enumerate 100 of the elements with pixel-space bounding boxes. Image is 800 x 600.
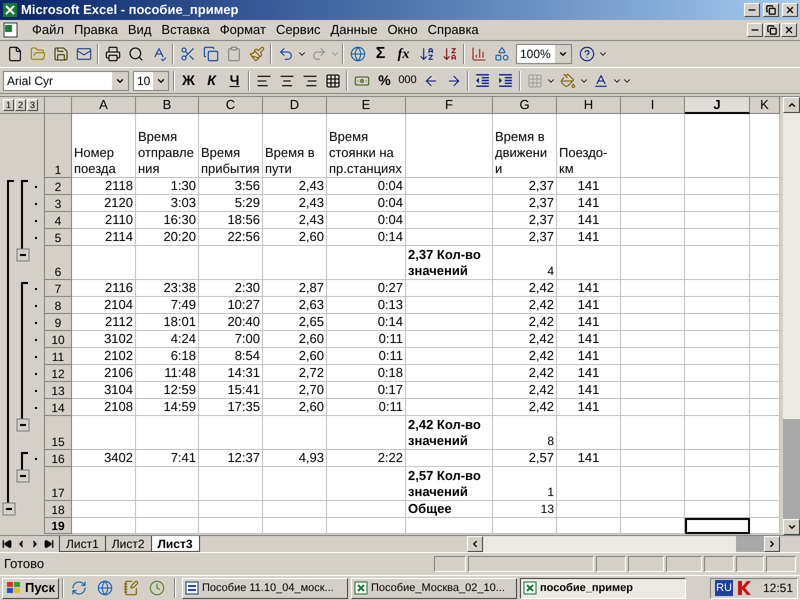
font-color-icon <box>592 72 608 88</box>
column-heading: Номер поезда <box>72 114 136 178</box>
collapse-button[interactable] <box>2 502 16 516</box>
row-header[interactable]: 14 <box>45 399 72 416</box>
row-header[interactable]: 18 <box>45 501 72 518</box>
collapse-button[interactable] <box>16 470 30 482</box>
row-header[interactable]: 19 <box>45 518 72 534</box>
drawing-icon <box>494 46 510 62</box>
table-cell: 0:04 <box>327 195 406 212</box>
bold-button[interactable]: Ж <box>177 70 200 92</box>
row-header[interactable]: 6 <box>45 246 72 280</box>
select-all-corner[interactable] <box>45 97 72 114</box>
cut-icon <box>180 46 196 62</box>
row-header[interactable]: 4 <box>45 212 72 229</box>
menu-item[interactable]: Сервис <box>270 20 326 40</box>
chart-icon <box>470 46 486 62</box>
menu-item[interactable]: Данные <box>325 20 382 40</box>
sheet-tab[interactable]: Лист1 <box>59 536 106 552</box>
table-cell: 8:54 <box>199 348 263 365</box>
function-button[interactable]: fx <box>392 43 415 65</box>
close-workbook-button[interactable] <box>781 23 797 37</box>
menu-item[interactable]: Вставка <box>156 20 215 40</box>
table-cell: 3:03 <box>136 195 199 212</box>
menu-item[interactable]: Вид <box>122 20 156 40</box>
zoom-field[interactable]: 100% <box>516 44 572 64</box>
menu-item[interactable]: Файл <box>27 20 69 40</box>
table-cell: 2,57 <box>493 450 557 467</box>
table-cell: 2,37 <box>493 229 557 246</box>
selected-cell[interactable] <box>685 518 750 534</box>
close-button[interactable] <box>782 3 798 17</box>
taskbar-button[interactable]: Пособие_Москва_02_10... <box>351 578 517 598</box>
clock-text: 12:51 <box>762 580 793 597</box>
status-panel <box>704 556 734 572</box>
table-cell: 0:18 <box>327 365 406 382</box>
outline-level-button[interactable]: 1 <box>3 99 14 111</box>
row-header[interactable]: 7 <box>45 280 72 297</box>
table-cell: 5:29 <box>199 195 263 212</box>
font-field[interactable]: Arial Cyr <box>3 70 129 90</box>
row-header[interactable]: 11 <box>45 348 72 365</box>
thousands-button[interactable]: 000 <box>396 70 419 92</box>
row-header[interactable]: 9 <box>45 314 72 331</box>
table-cell: 2,60 <box>263 331 327 348</box>
autosum-button[interactable]: Σ <box>369 43 392 65</box>
outline-level-button[interactable]: 2 <box>15 99 26 111</box>
menu-item[interactable]: Справка <box>422 20 484 40</box>
start-button[interactable]: Пуск <box>2 578 59 598</box>
row-header[interactable]: 2 <box>45 178 72 195</box>
restore-button[interactable] <box>763 3 779 17</box>
table-cell: 12:37 <box>199 450 263 467</box>
table-cell: 2,37 <box>493 178 557 195</box>
table-cell: 141 <box>557 212 621 229</box>
row-header[interactable]: 1 <box>45 114 72 178</box>
vertical-scrollbar[interactable] <box>783 97 800 535</box>
row-header[interactable]: 10 <box>45 331 72 348</box>
row-header[interactable]: 17 <box>45 467 72 501</box>
table-cell: 0:04 <box>327 178 406 195</box>
language-indicator[interactable]: RU <box>715 580 733 596</box>
taskbar-button[interactable]: Пособие 11.10_04_моск... <box>182 578 348 598</box>
table-cell: 0:27 <box>327 280 406 297</box>
restore-workbook-button[interactable] <box>764 23 780 37</box>
collapse-button[interactable] <box>16 418 30 432</box>
minimize-button[interactable] <box>744 3 760 17</box>
table-cell: 3102 <box>72 331 136 348</box>
row-header[interactable]: 8 <box>45 297 72 314</box>
underline-button[interactable]: Ч <box>223 70 246 92</box>
help-icon <box>578 46 594 62</box>
horizontal-scrollbar[interactable] <box>467 536 780 552</box>
table-cell: 141 <box>557 297 621 314</box>
document-icon <box>185 581 199 595</box>
percent-button[interactable]: % <box>373 70 396 92</box>
row-header[interactable]: 5 <box>45 229 72 246</box>
table-cell: 18:01 <box>136 314 199 331</box>
status-text: Готово <box>4 555 46 574</box>
taskbar-button[interactable]: пособие_пример <box>520 578 686 598</box>
scrollbar-thumb[interactable] <box>736 536 764 552</box>
row-header[interactable]: 15 <box>45 416 72 450</box>
collapse-button[interactable] <box>16 248 30 262</box>
italic-button[interactable]: К <box>200 70 223 92</box>
open-icon <box>30 46 46 62</box>
menu-item[interactable]: Формат <box>214 20 271 40</box>
minimize-workbook-button[interactable] <box>747 23 763 37</box>
table-cell: 2,63 <box>263 297 327 314</box>
subtotal-count: 4 <box>493 246 557 280</box>
column-header[interactable]: J <box>685 97 750 114</box>
clock-app-icon <box>148 580 164 596</box>
menu-item[interactable]: Окно <box>382 20 423 40</box>
sheet-tab[interactable]: Лист3 <box>150 536 200 552</box>
table-cell: 2,42 <box>493 365 557 382</box>
menu-item[interactable]: Правка <box>68 20 123 40</box>
table-cell: 18:56 <box>199 212 263 229</box>
status-panel <box>434 556 466 572</box>
scrollbar-thumb[interactable] <box>783 419 800 519</box>
row-header[interactable]: 3 <box>45 195 72 212</box>
subtotal-label: 2,57 Кол-во значений <box>406 467 493 501</box>
row-header[interactable]: 16 <box>45 450 72 467</box>
row-header[interactable]: 12 <box>45 365 72 382</box>
row-header[interactable]: 13 <box>45 382 72 399</box>
subtotal-count: 8 <box>493 416 557 450</box>
font-size-field[interactable]: 10 <box>133 70 169 90</box>
outline-level-button[interactable]: 3 <box>27 99 38 111</box>
